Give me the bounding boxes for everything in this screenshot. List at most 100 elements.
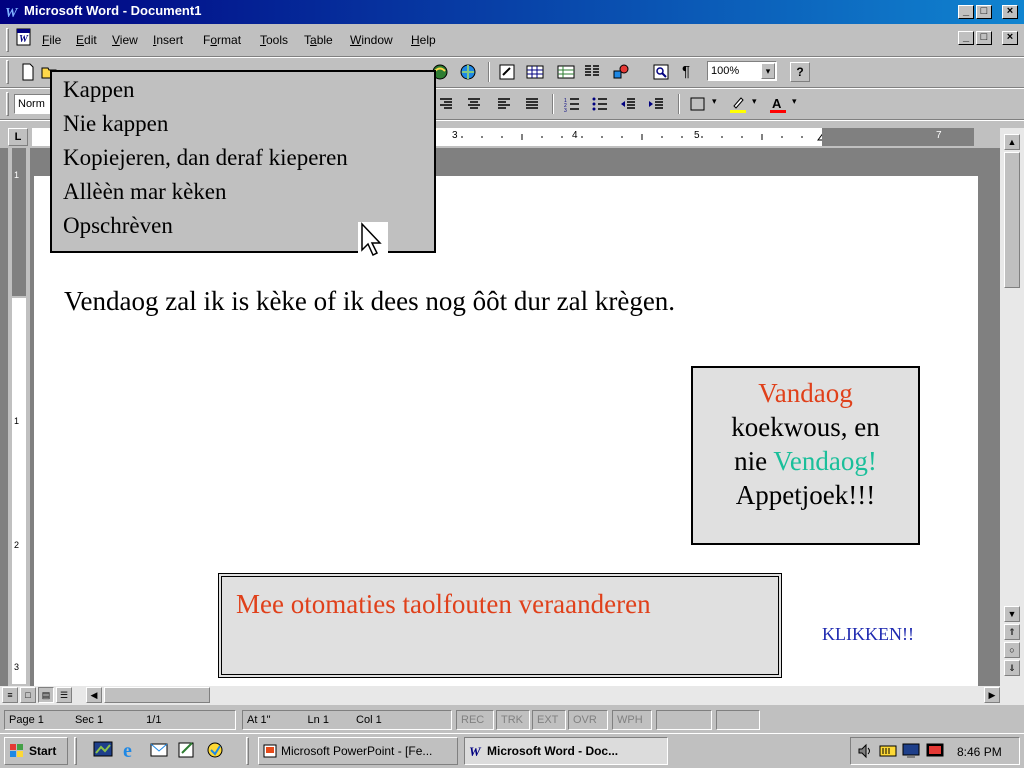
volume-icon[interactable] (857, 743, 873, 759)
bullets-icon[interactable] (590, 94, 610, 114)
popup-item-nie-kappen[interactable]: Nie kappen (63, 111, 168, 137)
outside-border-icon[interactable] (688, 94, 708, 114)
doc-restore-button[interactable]: □ (976, 31, 992, 45)
menu-format[interactable]: Format (203, 33, 241, 47)
scroll-thumb[interactable] (1004, 152, 1020, 288)
status-ovr[interactable]: OVR (568, 710, 608, 730)
font-color-icon[interactable]: A (768, 94, 788, 114)
textbox-line-3-colored: Vendaog! (773, 446, 877, 476)
menu-table[interactable]: Table (304, 33, 333, 47)
insert-excel-icon[interactable] (556, 62, 576, 82)
insert-table-icon[interactable] (525, 62, 545, 82)
menu-insert[interactable]: Insert (153, 33, 183, 47)
display-icon[interactable] (925, 742, 945, 760)
document-icon[interactable]: W (14, 27, 34, 47)
status-page: Page 1 (9, 714, 44, 726)
status-trk[interactable]: TRK (496, 710, 530, 730)
doc-minimize-button[interactable]: _ (958, 31, 974, 45)
align-right-icon[interactable] (436, 94, 456, 114)
toolbar-separator (488, 62, 490, 82)
tab-selector[interactable]: L (8, 128, 28, 146)
hscroll-thumb[interactable] (104, 687, 210, 703)
svg-text:e: e (123, 740, 132, 761)
menu-help[interactable]: Help (411, 33, 436, 47)
show-hide-paragraph-button[interactable]: ¶ (682, 62, 690, 82)
justify-icon[interactable] (522, 94, 542, 114)
zoom-value: 100% (711, 65, 740, 77)
scroll-up-button[interactable]: ▲ (1004, 134, 1020, 150)
vertical-scrollbar[interactable]: ▲ ▼ ⇑ ○ ⇓ (1000, 128, 1024, 686)
normal-view-button[interactable]: ≡ (2, 687, 18, 703)
border-dropdown-arrow[interactable]: ▾ (712, 96, 717, 107)
columns-icon[interactable] (582, 62, 602, 82)
doc-close-button[interactable]: × (1002, 31, 1018, 45)
new-document-icon[interactable] (18, 62, 38, 82)
toolbar-grip[interactable] (6, 60, 9, 84)
minimize-button[interactable]: _ (958, 5, 974, 19)
taskbar-word[interactable]: W Microsoft Word - Doc... (464, 737, 668, 765)
menubar-grip[interactable] (6, 28, 9, 52)
help-button[interactable]: ? (790, 62, 810, 82)
text-box[interactable]: Vandaog koekwous, en nie Vendaog! Appetj… (691, 366, 920, 545)
menu-tools[interactable]: Tools (260, 33, 288, 47)
status-wph[interactable]: WPH (612, 710, 652, 730)
document-map-icon[interactable] (651, 62, 671, 82)
internet-explorer-icon[interactable]: e (120, 739, 142, 761)
toolbar-grip[interactable] (6, 92, 9, 116)
launch-app-icon[interactable] (204, 739, 226, 761)
network-icon[interactable] (901, 742, 921, 760)
tables-borders-icon[interactable] (497, 62, 517, 82)
channels-icon[interactable] (176, 739, 198, 761)
start-button[interactable]: Start (4, 737, 68, 765)
klikken-link[interactable]: KLIKKEN!! (822, 624, 914, 645)
scroll-left-button[interactable]: ◀ (86, 687, 102, 703)
outlook-express-icon[interactable] (148, 739, 170, 761)
autocorrect-button[interactable]: Mee otomaties taolfouten veraanderen (218, 573, 782, 678)
start-label: Start (29, 744, 57, 758)
document-text[interactable]: Vendaog zal ik is kèke of ik dees nog ôô… (64, 286, 675, 317)
status-ln: Ln 1 (307, 714, 329, 726)
tray-app-icon[interactable] (879, 743, 897, 759)
highlight-icon[interactable] (728, 94, 748, 114)
restore-button[interactable]: □ (976, 5, 992, 19)
align-center-icon[interactable] (464, 94, 484, 114)
previous-page-button[interactable]: ⇑ (1004, 624, 1020, 640)
taskbar-powerpoint-label: Microsoft PowerPoint - [Fe... (281, 744, 433, 758)
status-rec[interactable]: REC (456, 710, 494, 730)
increase-indent-icon[interactable] (646, 94, 666, 114)
scroll-right-button[interactable]: ▶ (984, 687, 1000, 703)
page-layout-button[interactable]: ▤ (38, 687, 54, 703)
vertical-ruler[interactable]: 1 1 2 3 (8, 148, 30, 686)
align-left-icon[interactable] (494, 94, 514, 114)
menu-file[interactable]: File (42, 33, 61, 47)
numbering-icon[interactable]: 1 2 3 (562, 94, 582, 114)
scroll-down-button[interactable]: ▼ (1004, 606, 1020, 622)
quicklaunch-grip (74, 737, 77, 765)
zoom-dropdown-arrow[interactable]: ▾ (761, 63, 775, 79)
select-browse-object-button[interactable]: ○ (1004, 642, 1020, 658)
popup-item-opschreven[interactable]: Opschrèven (63, 213, 173, 239)
outline-view-button[interactable]: ☰ (56, 687, 72, 703)
highlight-dropdown-arrow[interactable]: ▾ (752, 96, 757, 107)
status-ext[interactable]: EXT (532, 710, 566, 730)
menu-edit[interactable]: Edit (76, 33, 97, 47)
horizontal-scrollbar[interactable]: ≡ □ ▤ ☰ ◀ ▶ (0, 686, 1024, 705)
style-dropdown[interactable]: Norm (14, 94, 54, 114)
close-button[interactable]: × (1002, 5, 1018, 19)
popup-item-kappen[interactable]: Kappen (63, 77, 135, 103)
menu-view[interactable]: View (112, 33, 138, 47)
vruler-number: 1 (14, 416, 20, 426)
show-desktop-icon[interactable] (92, 739, 114, 761)
popup-item-kopiejeren[interactable]: Kopiejeren, dan deraf kieperen (63, 145, 348, 171)
divider (0, 57, 1024, 58)
taskbar-powerpoint[interactable]: Microsoft PowerPoint - [Fe... (258, 737, 458, 765)
next-page-button[interactable]: ⇓ (1004, 660, 1020, 676)
font-color-dropdown-arrow[interactable]: ▾ (792, 96, 797, 107)
drawing-icon[interactable] (611, 62, 631, 82)
hyperlink-icon[interactable] (458, 62, 478, 82)
menu-window[interactable]: Window (350, 33, 393, 47)
online-layout-button[interactable]: □ (20, 687, 36, 703)
decrease-indent-icon[interactable] (618, 94, 638, 114)
popup-item-alleen-mar-keken[interactable]: Allèèn mar kèken (63, 179, 226, 205)
title-bar[interactable]: W Microsoft Word - Document1 _ □ × (0, 0, 1024, 24)
